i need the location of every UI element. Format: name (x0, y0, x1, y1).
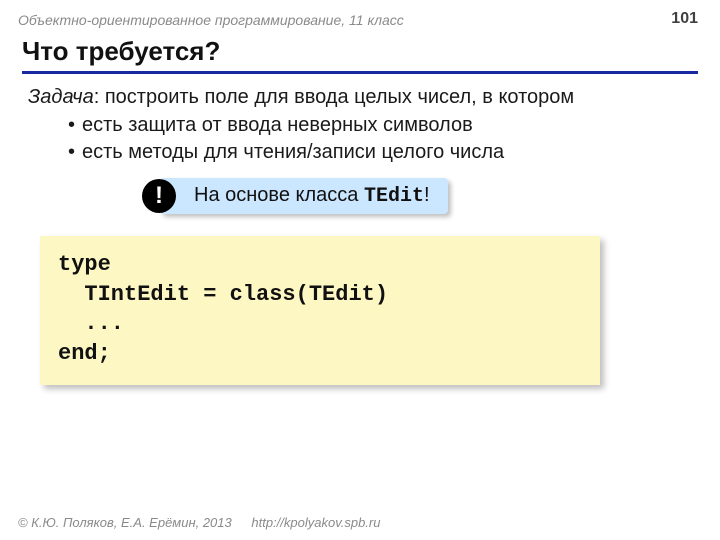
footer: © К.Ю. Поляков, Е.А. Ерёмин, 2013 http:/… (18, 515, 380, 530)
list-item: есть защита от ввода неверных символов (68, 112, 692, 139)
page-number: 101 (671, 10, 698, 28)
exclamation-icon: ! (142, 179, 176, 213)
callout-prefix: На основе класса (194, 184, 364, 206)
callout-classname: TEdit (364, 185, 424, 208)
callout: ! На основе класса TEdit! (160, 178, 448, 214)
task-text: : построить поле для ввода целых чисел, … (94, 86, 574, 108)
task-label: Задача (28, 86, 94, 108)
list-item: есть методы для чтения/записи целого чис… (68, 139, 692, 166)
footer-copyright: © К.Ю. Поляков, Е.А. Ерёмин, 2013 (18, 515, 232, 530)
course-header: Объектно-ориентированное программировани… (18, 12, 404, 28)
footer-url: http://kpolyakov.spb.ru (251, 515, 380, 530)
slide-title: Что требуется? (22, 36, 698, 74)
callout-suffix: ! (424, 184, 430, 206)
code-block: type TIntEdit = class(TEdit) ... end; (40, 236, 600, 385)
task-line: Задача: построить поле для ввода целых ч… (28, 84, 692, 111)
callout-box: ! На основе класса TEdit! (160, 178, 448, 214)
bullet-list: есть защита от ввода неверных символов е… (68, 112, 692, 166)
